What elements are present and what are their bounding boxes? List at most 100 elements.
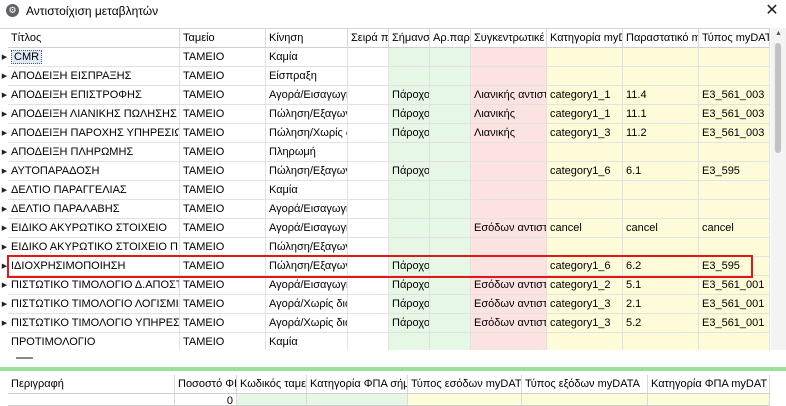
table-cell[interactable]: category1_1 (547, 105, 623, 124)
table-cell[interactable] (389, 181, 430, 200)
table-cell[interactable]: Εσόδων αντιστ (471, 295, 547, 314)
table-cell[interactable]: ΤΑΜΕΙΟ (180, 276, 266, 295)
table-cell[interactable] (348, 333, 389, 351)
table-cell[interactable]: category1_1 (547, 86, 623, 105)
table-cell[interactable] (430, 143, 471, 162)
table-cell[interactable] (389, 333, 430, 351)
table-cell[interactable]: 11.1 (623, 105, 699, 124)
vat-cell[interactable] (522, 394, 648, 406)
table-cell[interactable]: Πάροχο (389, 105, 430, 124)
table-row[interactable]: ▶ ΠΙΣΤΩΤΙΚΟ ΤΙΜΟΛΟΓΙΟ Δ.ΑΠΟΣΤ ΤΑΜΕΙΟ Αγορά/… (0, 276, 770, 295)
table-cell[interactable]: category1_2 (547, 276, 623, 295)
table-cell[interactable] (471, 48, 547, 67)
table-cell[interactable]: ΤΑΜΕΙΟ (180, 181, 266, 200)
table-cell[interactable]: Αγορά/Χωρίς δια (266, 314, 348, 333)
table-cell[interactable] (430, 162, 471, 181)
table-cell[interactable]: Λιανικής (471, 124, 547, 143)
table-cell[interactable] (348, 257, 389, 276)
table-cell[interactable] (471, 181, 547, 200)
table-cell[interactable] (348, 295, 389, 314)
table-cell[interactable]: ΑΠΟΔΕΙΞΗ ΕΙΣΠΡΑΞΗΣ (8, 67, 180, 86)
table-cell[interactable]: 5.2 (623, 314, 699, 333)
table-cell[interactable]: ΤΑΜΕΙΟ (180, 238, 266, 257)
table-cell[interactable] (348, 124, 389, 143)
table-cell[interactable]: Πώληση/Εξαγωγή (266, 257, 348, 276)
table-cell[interactable]: Καμία (266, 48, 348, 67)
table-cell[interactable] (547, 238, 623, 257)
table-cell[interactable] (699, 67, 770, 86)
table-cell[interactable] (623, 200, 699, 219)
table-cell[interactable]: Πάροχο (389, 314, 430, 333)
table-cell[interactable]: Πάροχο (389, 162, 430, 181)
table-cell[interactable] (623, 67, 699, 86)
table-cell[interactable]: 11.4 (623, 86, 699, 105)
table-row[interactable]: ▶ ΔΕΛΤΙΟ ΠΑΡΑΛΑΒΗΣ ΤΑΜΕΙΟ Αγορά/Εισαγωγή (0, 200, 770, 219)
column-header[interactable]: Κίνηση (266, 29, 348, 48)
table-cell[interactable]: ΑΠΟΔΕΙΞΗ ΕΠΙΣΤΡΟΦΗΣ (8, 86, 180, 105)
column-header[interactable]: Κατηγορία myDA (547, 29, 623, 48)
table-cell[interactable] (430, 257, 471, 276)
table-cell[interactable]: Καμία (266, 181, 348, 200)
table-cell[interactable]: category1_3 (547, 124, 623, 143)
table-cell[interactable]: Εσόδων αντιστ (471, 314, 547, 333)
table-cell[interactable] (389, 48, 430, 67)
vat-cell[interactable] (648, 394, 770, 406)
table-cell[interactable]: ΠΙΣΤΩΤΙΚΟ ΤΙΜΟΛΟΓΙΟ Δ.ΑΠΟΣΤ (8, 276, 180, 295)
table-cell[interactable]: ΕΙΔΙΚΟ ΑΚΥΡΩΤΙΚΟ ΣΤΟΙΧΕΙΟ (8, 219, 180, 238)
table-row[interactable]: ΠΡΟΤΙΜΟΛΟΓΙΟ ΤΑΜΕΙΟ Καμία (0, 333, 770, 351)
table-cell[interactable]: category1_3 (547, 314, 623, 333)
table-row[interactable]: ▶ ΠΙΣΤΩΤΙΚΟ ΤΙΜΟΛΟΓΙΟ ΥΠΗΡΕΣΙΩ ΤΑΜΕΙΟ Αγορά… (0, 314, 770, 333)
column-header[interactable]: Τίτλος (8, 29, 180, 48)
table-cell[interactable] (699, 333, 770, 351)
table-row[interactable]: ▶ ΑΠΟΔΕΙΞΗ ΛΙΑΝΙΚΗΣ ΠΩΛΗΣΗΣ ΤΑΜΕΙΟ Πώληση/Ε… (0, 105, 770, 124)
table-cell[interactable]: ΠΙΣΤΩΤΙΚΟ ΤΙΜΟΛΟΓΙΟ ΥΠΗΡΕΣΙΩ (8, 314, 180, 333)
table-cell[interactable]: CMR (8, 48, 180, 67)
table-cell[interactable] (348, 314, 389, 333)
table-cell[interactable]: Πώληση/Εξαγωγή (266, 162, 348, 181)
vat-cell[interactable] (237, 394, 307, 406)
vat-grid-first-row[interactable]: 0 (0, 375, 770, 406)
column-header[interactable]: Τύπος myDAT (699, 29, 770, 48)
table-cell[interactable] (348, 181, 389, 200)
table-cell[interactable] (348, 219, 389, 238)
table-cell[interactable]: Πώληση/Εξαγωγή (266, 238, 348, 257)
table-cell[interactable] (389, 67, 430, 86)
close-button[interactable]: ✕ (758, 0, 786, 22)
table-row[interactable]: ▶ ΑΠΟΔΕΙΞΗ ΕΙΣΠΡΑΞΗΣ ΤΑΜΕΙΟ Είσπραξη (0, 67, 770, 86)
table-cell[interactable] (471, 200, 547, 219)
table-cell[interactable]: Αγορά/Εισαγωγή (266, 219, 348, 238)
table-cell[interactable] (699, 238, 770, 257)
table-row[interactable]: ▶ ΑΠΟΔΕΙΞΗ ΠΛΗΡΩΜΗΣ ΤΑΜΕΙΟ Πληρωμή (0, 143, 770, 162)
table-cell[interactable]: ΤΑΜΕΙΟ (180, 86, 266, 105)
table-cell[interactable]: ΔΕΛΤΙΟ ΠΑΡΑΓΓΕΛΙΑΣ (8, 181, 180, 200)
table-cell[interactable] (389, 219, 430, 238)
table-cell[interactable] (471, 238, 547, 257)
table-cell[interactable] (699, 181, 770, 200)
horizontal-scrollbar[interactable] (0, 350, 786, 364)
table-cell[interactable] (430, 181, 471, 200)
table-row[interactable]: ▶ ΕΙΔΙΚΟ ΑΚΥΡΩΤΙΚΟ ΣΤΟΙΧΕΙΟ ΤΑΜΕΙΟ Αγορά/Ει… (0, 219, 770, 238)
table-cell[interactable]: Λιανικής αντιστ (471, 86, 547, 105)
table-cell[interactable]: ΤΑΜΕΙΟ (180, 257, 266, 276)
table-cell[interactable]: ΤΑΜΕΙΟ (180, 295, 266, 314)
table-cell[interactable] (430, 105, 471, 124)
table-cell[interactable]: Εσόδων αντιστ (471, 276, 547, 295)
table-cell[interactable]: E3_561_003 (699, 86, 770, 105)
table-cell[interactable] (430, 219, 471, 238)
table-cell[interactable]: ΤΑΜΕΙΟ (180, 143, 266, 162)
horizontal-scroll-thumb[interactable] (16, 357, 33, 359)
table-cell[interactable] (699, 200, 770, 219)
table-cell[interactable] (699, 48, 770, 67)
table-cell[interactable]: ΑΠΟΔΕΙΞΗ ΠΛΗΡΩΜΗΣ (8, 143, 180, 162)
table-cell[interactable] (348, 200, 389, 219)
table-cell[interactable]: ΤΑΜΕΙΟ (180, 67, 266, 86)
table-cell[interactable]: E3_561_001 (699, 314, 770, 333)
vertical-scroll-thumb[interactable] (775, 43, 781, 153)
table-cell[interactable]: E3_561_003 (699, 124, 770, 143)
table-cell[interactable] (430, 314, 471, 333)
table-cell[interactable]: Εσόδων αντιστ (471, 219, 547, 238)
table-cell[interactable]: Πάροχο (389, 257, 430, 276)
table-cell[interactable]: Πάροχο (389, 276, 430, 295)
column-header[interactable]: Αρ.παρ (430, 29, 471, 48)
vat-cell[interactable] (408, 394, 522, 406)
